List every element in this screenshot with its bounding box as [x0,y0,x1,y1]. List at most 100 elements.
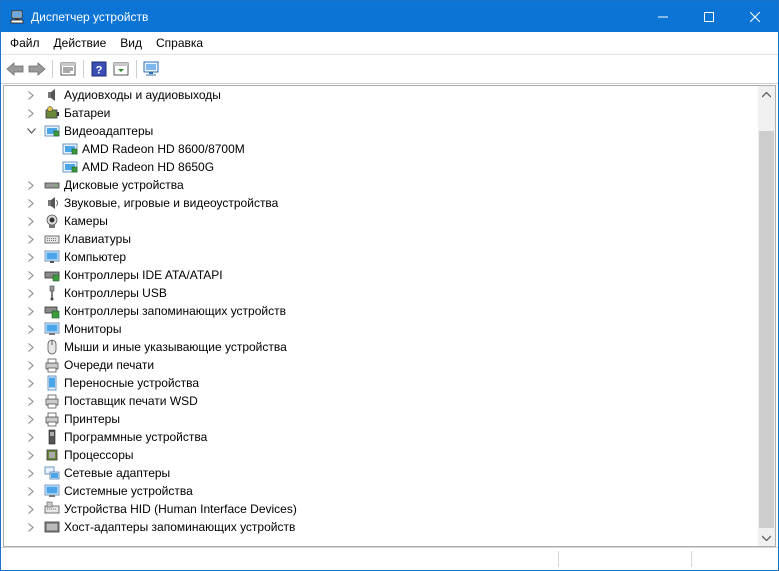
forward-button[interactable] [27,59,47,79]
chevron-right-icon[interactable] [26,410,36,428]
tree-category-item[interactable]: Устройства HID (Human Interface Devices) [4,500,758,518]
tree-category-item[interactable]: Процессоры [4,446,758,464]
tree-category-item[interactable]: Очереди печати [4,356,758,374]
tree-category-item[interactable]: Клавиатуры [4,230,758,248]
tree-category-item[interactable]: Батареи [4,104,758,122]
tree-item-label: Системные устройства [64,484,193,498]
help-button[interactable]: ? [89,59,109,79]
tree-item-label: Сетевые адаптеры [64,466,171,480]
tree-item-label: Контроллеры запоминающих устройств [64,304,286,318]
chevron-right-icon[interactable] [26,374,36,392]
menu-help[interactable]: Справка [149,32,210,54]
vertical-scrollbar[interactable] [758,86,775,546]
storage-controller-icon [44,306,60,319]
window-title: Диспетчер устройств [31,9,149,24]
tree-category-item[interactable]: Компьютер [4,248,758,266]
chevron-right-icon[interactable] [26,194,36,212]
tree-category-item[interactable]: Аудиовходы и аудиовыходы [4,86,758,104]
chevron-right-icon[interactable] [26,302,36,320]
chevron-right-icon[interactable] [26,446,36,464]
tree-item-label: Хост-адаптеры запоминающих устройств [64,520,296,534]
properties-icon [60,62,76,76]
tree-category-item[interactable]: Дисковые устройства [4,176,758,194]
tree-category-item[interactable]: Звуковые, игровые и видеоустройства [4,194,758,212]
chevron-right-icon[interactable] [26,104,36,122]
maximize-icon [704,11,714,22]
chevron-right-icon[interactable] [26,428,36,446]
chevron-right-icon[interactable] [26,338,36,356]
menu-action[interactable]: Действие [47,32,114,54]
help-icon: ? [91,61,107,77]
ide-controller-icon [44,271,60,282]
hid-icon [44,501,60,514]
forward-arrow-icon [28,62,46,76]
toolbar-separator [83,60,84,78]
disk-icon [44,182,60,189]
tree-category-item[interactable]: Программные устройства [4,428,758,446]
tree-item-label: Процессоры [64,448,134,462]
chevron-right-icon[interactable] [26,212,36,230]
tree-category-item[interactable]: Сетевые адаптеры [4,464,758,482]
tree-item-label: AMD Radeon HD 8600/8700M [82,142,245,156]
close-icon [750,11,760,22]
tree-category-item[interactable]: Системные устройства [4,482,758,500]
tree-item-label: Контроллеры USB [64,286,167,300]
back-arrow-icon [6,62,24,76]
tree-category-item[interactable]: Поставщик печати WSD [4,392,758,410]
chevron-right-icon[interactable] [26,266,36,284]
tree-item-label: Видеоадаптеры [64,124,154,138]
minimize-button[interactable] [640,1,686,32]
chevron-right-icon[interactable] [26,248,36,266]
tree-category-item[interactable]: Хост-адаптеры запоминающих устройств [4,518,758,536]
chevron-right-icon[interactable] [26,86,36,104]
svg-text:?: ? [96,65,103,77]
tree-category-item[interactable]: Принтеры [4,410,758,428]
monitor-icon [44,322,60,335]
close-button[interactable] [732,1,778,32]
menu-view[interactable]: Вид [113,32,149,54]
tree-category-item[interactable]: Видеоадаптеры [4,122,758,140]
storage-host-icon [44,521,60,533]
usb-icon [49,285,55,301]
tree-category-item[interactable]: Контроллеры IDE ATA/ATAPI [4,266,758,284]
print-queue-icon [45,358,59,373]
tree-item-label: Клавиатуры [64,232,131,246]
portable-device-icon [47,375,57,391]
chevron-right-icon[interactable] [26,464,36,482]
tree-item-label: Программные устройства [64,430,208,444]
chevron-right-icon[interactable] [26,356,36,374]
chevron-right-icon[interactable] [26,482,36,500]
back-button[interactable] [5,59,25,79]
tree-device-item[interactable]: AMD Radeon HD 8650G [4,158,758,176]
tree-category-item[interactable]: Мониторы [4,320,758,338]
status-pane-divider [558,551,559,567]
tree-category-item[interactable]: Камеры [4,212,758,230]
chevron-right-icon[interactable] [26,500,36,518]
chevron-right-icon[interactable] [26,284,36,302]
tree-category-item[interactable]: Мыши и иные указывающие устройства [4,338,758,356]
device-tree[interactable]: Аудиовходы и аудиовыходы Батареи Видеоадап… [4,86,758,546]
tree-category-item[interactable]: Контроллеры USB [4,284,758,302]
tree-item-label: Очереди печати [64,358,155,372]
software-device-icon [48,429,56,445]
scroll-down-button[interactable] [758,529,775,546]
menu-file[interactable]: Файл [3,32,47,54]
properties-button[interactable] [58,59,78,79]
maximize-button[interactable] [686,1,732,32]
title-bar: Диспетчер устройств [1,1,778,32]
chevron-right-icon[interactable] [26,320,36,338]
scan-hardware-button[interactable] [142,59,162,79]
chevron-right-icon[interactable] [26,518,36,536]
tree-category-item[interactable]: Переносные устройства [4,374,758,392]
chevron-right-icon[interactable] [26,176,36,194]
system-device-icon [44,484,60,497]
scroll-thumb[interactable] [759,131,774,528]
status-pane-divider [691,551,692,567]
scroll-up-button[interactable] [758,86,775,103]
chevron-right-icon[interactable] [26,230,36,248]
tree-device-item[interactable]: AMD Radeon HD 8600/8700M [4,140,758,158]
chevron-down-icon[interactable] [26,122,36,140]
tree-category-item[interactable]: Контроллеры запоминающих устройств [4,302,758,320]
chevron-right-icon[interactable] [26,392,36,410]
update-driver-button[interactable] [111,59,131,79]
